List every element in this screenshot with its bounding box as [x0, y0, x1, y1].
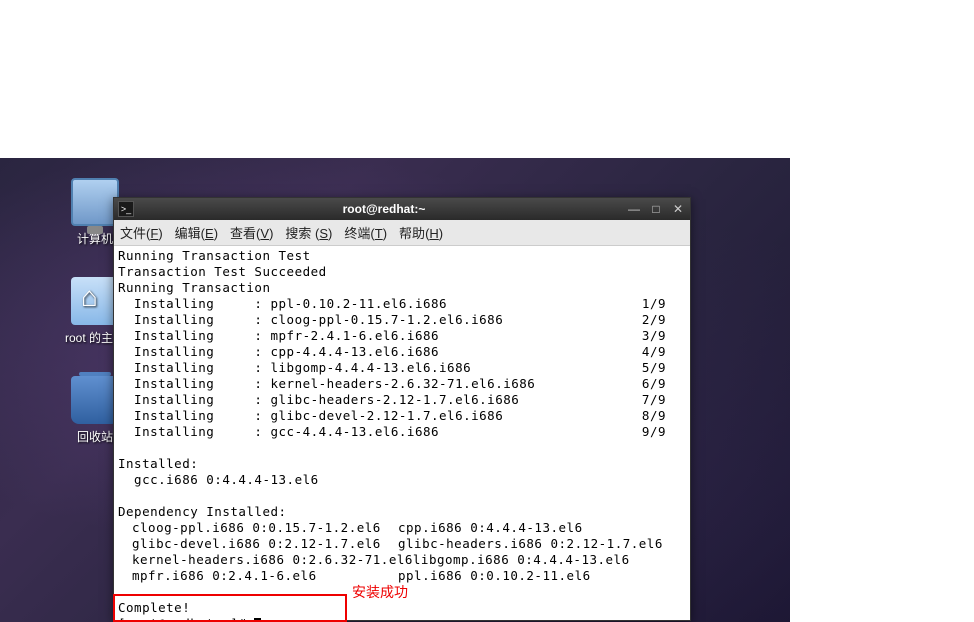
menu-terminal[interactable]: 终端(T): [344, 223, 387, 242]
terminal-app-icon: >_: [118, 201, 134, 217]
menu-help[interactable]: 帮助(H): [399, 223, 443, 242]
terminal-window: >_ root@redhat:~ — □ ✕ 文件(F) 编辑(E) 查看(V)…: [113, 197, 691, 621]
annotation-label: 安装成功: [352, 582, 408, 602]
menu-search[interactable]: 搜索 (S): [285, 223, 332, 242]
window-titlebar[interactable]: >_ root@redhat:~ — □ ✕: [114, 198, 690, 220]
minimize-button[interactable]: —: [626, 202, 642, 216]
menu-file[interactable]: 文件(F): [120, 223, 163, 242]
menu-edit[interactable]: 编辑(E): [175, 223, 218, 242]
computer-icon: [71, 178, 119, 226]
maximize-button[interactable]: □: [648, 202, 664, 216]
trash-icon: [71, 376, 119, 424]
terminal-output[interactable]: Running Transaction TestTransaction Test…: [114, 246, 690, 620]
menubar: 文件(F) 编辑(E) 查看(V) 搜索 (S) 终端(T) 帮助(H): [114, 220, 690, 246]
close-button[interactable]: ✕: [670, 202, 686, 216]
menu-view[interactable]: 查看(V): [230, 223, 273, 242]
home-folder-icon: [71, 277, 119, 325]
desktop-icon-label: 回收站: [77, 428, 113, 445]
window-title: root@redhat:~: [142, 202, 626, 216]
